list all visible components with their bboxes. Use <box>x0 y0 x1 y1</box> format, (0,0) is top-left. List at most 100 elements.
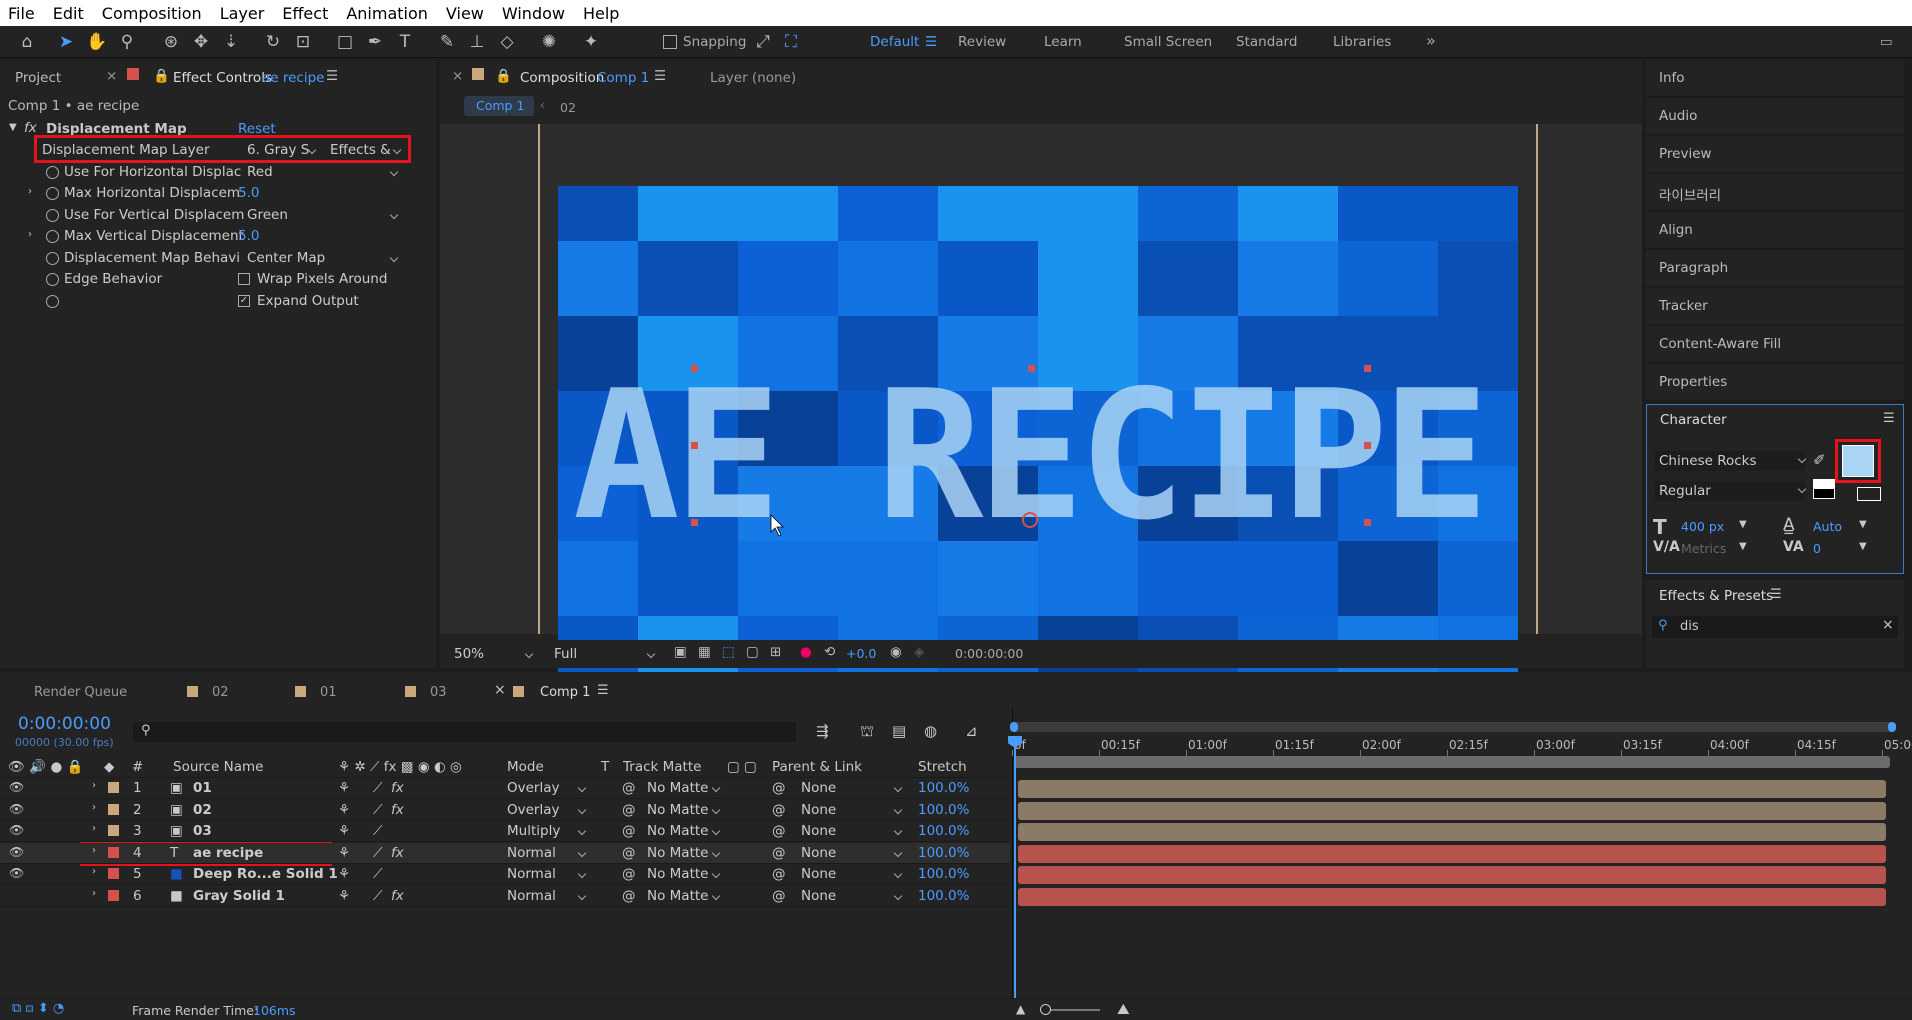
shy-switch-icon[interactable]: ⚘ <box>338 888 350 904</box>
layer-row[interactable]: 👁 › 5 ■ Deep Ro...e Solid 1 ⚘ ⟋ Normal @ No Matte… <box>0 864 1010 885</box>
expand-layer-icon[interactable]: › <box>92 866 96 877</box>
graph-editor-icon[interactable]: ⊿ <box>965 722 978 740</box>
timeline-tab[interactable]: Comp 1 <box>540 685 590 700</box>
parent-pickwhip-icon[interactable]: @ <box>772 866 786 882</box>
close-comp-timeline-icon[interactable]: × <box>494 682 506 698</box>
shy-switch-icon[interactable]: ⚘ <box>338 845 350 861</box>
panel-audio[interactable]: Audio <box>1646 98 1904 135</box>
stretch-value[interactable]: 100.0% <box>918 823 969 839</box>
navigator-start-handle[interactable] <box>1010 722 1018 732</box>
type-tool-icon[interactable]: T <box>394 31 416 53</box>
black-white-swatch-icon[interactable] <box>1813 479 1835 499</box>
hide-shy-icon[interactable]: ▤ <box>892 722 906 740</box>
stopwatch-icon[interactable] <box>46 187 59 200</box>
blend-mode-dropdown[interactable]: Overlay <box>507 802 585 818</box>
property-dropdown[interactable]: Green <box>247 207 397 223</box>
stroke-color-swatch[interactable] <box>1857 487 1881 501</box>
blend-mode-dropdown[interactable]: Overlay <box>507 780 585 796</box>
blend-mode-dropdown[interactable]: Multiply <box>507 823 585 839</box>
menu-item-window[interactable]: Window <box>502 4 565 23</box>
comp-canvas[interactable]: AE RECIPE <box>558 186 1518 698</box>
shy-switch-icon[interactable]: ⚘ <box>338 802 350 818</box>
roto-brush-icon[interactable]: ✺ <box>538 31 560 53</box>
expand-layer-icon[interactable]: › <box>92 845 96 856</box>
timeline-tab[interactable]: Render Queue <box>34 685 127 700</box>
stopwatch-icon[interactable] <box>46 251 59 265</box>
stretch-value[interactable]: 100.0% <box>918 802 969 818</box>
workspace-menu-icon[interactable]: ☰ <box>925 34 937 50</box>
workspace-overflow-icon[interactable]: » <box>1426 31 1436 50</box>
track-matte-pickwhip-icon[interactable]: @ <box>622 823 636 839</box>
comp-viewer[interactable]: AE RECIPE <box>440 124 1642 698</box>
orbit-tool-icon[interactable]: ⊛ <box>160 31 182 53</box>
stopwatch-icon[interactable] <box>46 273 59 286</box>
brush-tool-icon[interactable]: ✎ <box>436 31 458 53</box>
fx-icon[interactable]: fx <box>24 120 37 136</box>
stopwatch-icon[interactable] <box>46 230 59 243</box>
kerning-value[interactable]: Metrics <box>1681 541 1726 556</box>
selection-tool-icon[interactable]: ➤ <box>55 31 77 53</box>
puppet-pin-icon[interactable]: ✦ <box>580 31 602 53</box>
parent-dropdown[interactable]: None <box>801 802 901 818</box>
panel-라이브러리[interactable]: 라이브러리 <box>1646 174 1904 211</box>
tab-composition[interactable]: Composition <box>520 70 604 86</box>
pen-tool-icon[interactable]: ✒ <box>364 31 386 53</box>
fx-switch-icon[interactable]: fx <box>391 845 404 861</box>
parent-dropdown[interactable]: None <box>801 845 901 861</box>
effects-search-field[interactable]: ⚲ dis × <box>1652 616 1898 638</box>
stopwatch-icon[interactable] <box>46 165 59 179</box>
workspace-review[interactable]: Review <box>958 34 1006 50</box>
parent-pickwhip-icon[interactable]: @ <box>772 845 786 861</box>
quality-switch-icon[interactable]: ⟋ <box>373 866 382 882</box>
region-of-interest-icon[interactable]: ▢ <box>746 644 759 660</box>
layer-label-color[interactable] <box>108 868 119 879</box>
close-comp-tab-icon[interactable]: × <box>452 68 463 84</box>
property-value[interactable]: 5.0 <box>238 185 259 201</box>
menu-item-help[interactable]: Help <box>583 4 619 23</box>
fx-switch-icon[interactable]: fx <box>391 780 404 796</box>
layer-duration-bar[interactable] <box>1018 823 1886 841</box>
clear-search-icon[interactable]: × <box>1882 617 1894 633</box>
expand-layer-icon[interactable]: › <box>92 780 96 791</box>
property-dropdown[interactable]: Center Map <box>247 250 397 266</box>
zoom-slider-knob[interactable] <box>1040 1004 1051 1015</box>
stopwatch-icon[interactable] <box>46 208 59 222</box>
layer-name[interactable]: 01 <box>193 780 212 796</box>
track-matte-pickwhip-icon[interactable]: @ <box>622 888 636 904</box>
panel-align[interactable]: Align <box>1646 212 1904 249</box>
layer-name[interactable]: 03 <box>193 823 212 839</box>
stretch-value[interactable]: 100.0% <box>918 866 969 882</box>
search-help-icon[interactable]: ▭ <box>1880 34 1893 50</box>
layer-name[interactable]: Gray Solid 1 <box>193 888 285 904</box>
transparency-grid-icon[interactable]: ▦ <box>698 644 711 660</box>
source-name-header[interactable]: Source Name <box>173 759 264 775</box>
layer-row[interactable]: 👁 › 3 ▣ 03 ⚘ ⟋ Multiply @ No Matte @ None 100.0% <box>0 821 1010 842</box>
layer-label-color[interactable] <box>108 889 119 901</box>
fx-switch-icon[interactable]: fx <box>391 888 404 904</box>
track-matte-dropdown[interactable]: No Matte <box>647 888 719 904</box>
checkbox[interactable]: ✓ <box>238 294 250 307</box>
timeline-tab[interactable]: 03 <box>430 685 447 700</box>
parent-pickwhip-icon[interactable]: @ <box>772 802 786 818</box>
font-style-dropdown[interactable]: Regular <box>1655 481 1805 501</box>
snapping-checkbox[interactable] <box>663 35 677 49</box>
character-menu-icon[interactable]: ☰ <box>1883 411 1895 426</box>
parent-pickwhip-icon[interactable]: @ <box>772 888 786 904</box>
blend-mode-dropdown[interactable]: Normal <box>507 866 585 882</box>
track-matte-pickwhip-icon[interactable]: @ <box>622 780 636 796</box>
displacement-source-dropdown[interactable]: Effects & <box>330 142 400 158</box>
snap-target-icon[interactable]: ⛶ <box>780 31 802 53</box>
timeline-search-field[interactable]: ⚲ <box>133 722 796 742</box>
workspace-small-screen[interactable]: Small Screen <box>1124 34 1212 50</box>
expand-property-icon[interactable]: › <box>28 186 32 197</box>
font-size-value[interactable]: 400 px <box>1681 519 1724 534</box>
quality-switch-icon[interactable]: ⟋ <box>373 888 382 904</box>
stretch-value[interactable]: 100.0% <box>918 845 969 861</box>
panel-properties[interactable]: Properties <box>1646 364 1904 401</box>
quality-switch-icon[interactable]: ⟋ <box>373 823 382 839</box>
reset-exposure-icon[interactable]: ⟲ <box>824 644 835 660</box>
shy-switch-icon[interactable]: ⚘ <box>338 866 350 882</box>
snapshot-icon[interactable]: ◉ <box>890 644 902 660</box>
rotate-tool-icon[interactable]: ↻ <box>262 31 284 53</box>
stretch-value[interactable]: 100.0% <box>918 780 969 796</box>
